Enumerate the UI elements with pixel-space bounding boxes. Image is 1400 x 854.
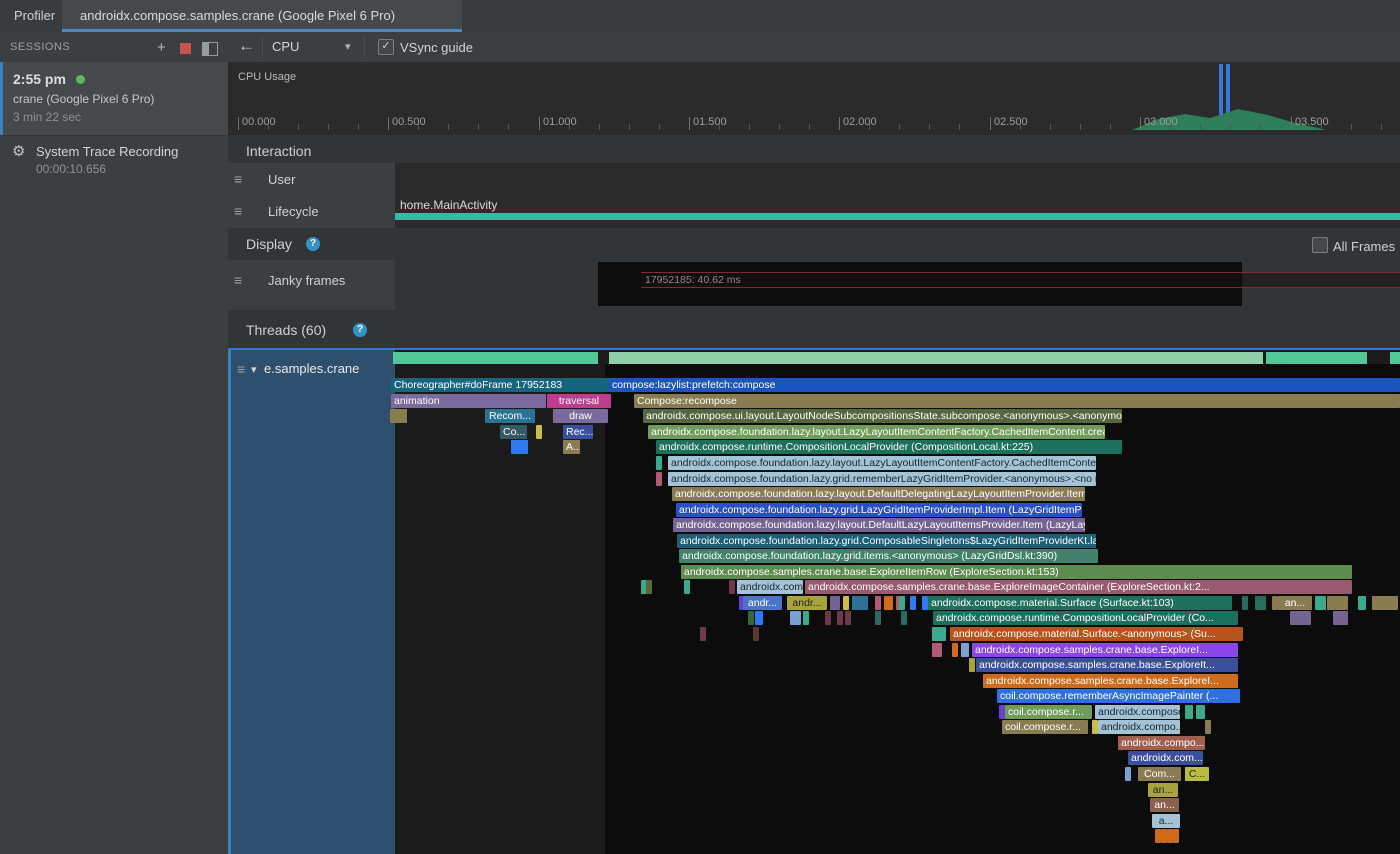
trace-span[interactable] xyxy=(843,596,849,610)
trace-span[interactable] xyxy=(646,580,652,594)
trace-span[interactable]: coil.compose.r... xyxy=(1002,720,1088,734)
trace-span[interactable] xyxy=(1255,596,1266,610)
trace-span[interactable] xyxy=(1196,705,1205,719)
trace-span[interactable]: coil.compose.r... xyxy=(1005,705,1092,719)
trace-span[interactable]: androidx.compose.foundation.lazy.layout.… xyxy=(673,518,1085,532)
trace-span[interactable] xyxy=(837,611,843,625)
trace-span[interactable]: andr... xyxy=(743,596,782,610)
trace-span[interactable]: androidx.compose.material.Surface.<anony… xyxy=(950,627,1243,641)
thread-state-segment[interactable] xyxy=(609,352,1263,364)
trace-span[interactable] xyxy=(969,658,975,672)
trace-span[interactable]: compose:lazylist:prefetch:compose xyxy=(609,378,1400,392)
trace-span[interactable] xyxy=(884,596,893,610)
trace-span[interactable] xyxy=(952,643,958,657)
trace-span[interactable] xyxy=(700,627,706,641)
trace-span[interactable]: androidx.compose.ui.layout.LayoutNodeSub… xyxy=(643,409,1122,423)
trace-span[interactable]: androidx.compose.samples.crane.base.Expl… xyxy=(805,580,1352,594)
trace-span[interactable] xyxy=(1372,596,1398,610)
trace-span[interactable]: a... xyxy=(1152,814,1180,828)
trace-span[interactable]: Rec... xyxy=(563,425,593,439)
trace-span[interactable] xyxy=(845,611,851,625)
trace-span[interactable] xyxy=(875,611,881,625)
trace-span[interactable]: androidx.compose.u... xyxy=(1095,705,1180,719)
trace-span[interactable] xyxy=(1173,829,1179,843)
trace-span[interactable]: androidx.compose.foundation.lazy.layout.… xyxy=(648,425,1105,439)
trace-span[interactable] xyxy=(656,456,662,470)
trace-span[interactable]: draw xyxy=(553,409,608,423)
trace-span[interactable]: androidx.com... xyxy=(1128,751,1203,765)
trace-span[interactable]: androidx.compose.samples.crane.base.Expl… xyxy=(681,565,1352,579)
thread-state-segment[interactable] xyxy=(393,352,598,364)
trace-span[interactable]: androidx.compose.runtime.CompositionLoca… xyxy=(933,611,1238,625)
trace-span[interactable]: coil.compose.rememberAsyncImagePainter (… xyxy=(997,689,1240,703)
trace-span[interactable]: Com... xyxy=(1138,767,1181,781)
trace-span[interactable]: animation xyxy=(391,394,546,408)
trace-span[interactable]: androidx.compose.samples.crane.base.Expl… xyxy=(972,643,1238,657)
trace-span[interactable] xyxy=(1125,767,1131,781)
thread-state-segment[interactable] xyxy=(1266,352,1367,364)
profiler-window: Profiler androidx.compose.samples.crane … xyxy=(0,0,1400,854)
trace-span[interactable] xyxy=(901,611,907,625)
trace-span[interactable]: androidx.compose.material.Surface (Surfa… xyxy=(928,596,1232,610)
trace-span[interactable] xyxy=(1315,596,1326,610)
trace-span[interactable]: androidx.compose.samples.crane.base.Expl… xyxy=(983,674,1238,688)
trace-span[interactable] xyxy=(961,643,969,657)
trace-span[interactable] xyxy=(753,627,759,641)
trace-span[interactable] xyxy=(390,409,407,423)
trace-span[interactable] xyxy=(1327,596,1348,610)
trace-span[interactable] xyxy=(803,611,809,625)
trace-span[interactable] xyxy=(1358,596,1366,610)
thread-state-segment[interactable] xyxy=(1390,352,1400,364)
trace-span[interactable] xyxy=(825,611,831,625)
trace-span[interactable]: androidx.compose.ui.layout.m... xyxy=(737,580,803,594)
trace-span[interactable] xyxy=(1333,611,1348,625)
trace-span[interactable]: Compose:recompose xyxy=(634,394,1400,408)
trace-span[interactable] xyxy=(1205,720,1211,734)
trace-span[interactable]: androidx.compose.runtime.CompositionLoca… xyxy=(656,440,1122,454)
trace-span[interactable] xyxy=(1242,596,1248,610)
trace-span[interactable] xyxy=(932,643,942,657)
trace-span[interactable]: androidx.compo... xyxy=(1118,736,1205,750)
trace-span[interactable] xyxy=(852,596,868,610)
trace-span[interactable]: traversal xyxy=(547,394,611,408)
trace-span[interactable]: an... xyxy=(1278,596,1312,610)
trace-span[interactable] xyxy=(755,611,763,625)
trace-span[interactable] xyxy=(684,580,690,594)
trace-span[interactable] xyxy=(729,580,735,594)
trace-span[interactable]: Recom... xyxy=(485,409,535,423)
trace-span[interactable] xyxy=(790,611,801,625)
trace-span[interactable] xyxy=(748,611,754,625)
trace-span[interactable] xyxy=(910,596,916,610)
trace-span[interactable]: androidx.compose.foundation.lazy.grid.re… xyxy=(668,472,1096,486)
trace-span[interactable]: Choreographer#doFrame 17952183 xyxy=(391,378,611,392)
trace-span[interactable]: an... xyxy=(1150,798,1179,812)
trace-span[interactable] xyxy=(875,596,881,610)
trace-span[interactable]: androidx.compose.foundation.lazy.grid.it… xyxy=(679,549,1098,563)
trace-span[interactable]: an... xyxy=(1148,783,1178,797)
trace-span[interactable] xyxy=(1290,611,1311,625)
trace-span[interactable] xyxy=(536,425,542,439)
trace-span[interactable]: Co... xyxy=(500,425,527,439)
flame-chart: Choreographer#doFrame 17952183compose:la… xyxy=(0,0,1400,854)
trace-span[interactable]: andr... xyxy=(787,596,827,610)
trace-span[interactable]: C... xyxy=(1185,767,1209,781)
trace-span[interactable] xyxy=(899,596,905,610)
trace-span[interactable] xyxy=(656,472,662,486)
trace-span[interactable]: androidx.compose.foundation.lazy.grid.Co… xyxy=(677,534,1096,548)
trace-span[interactable]: androidx.compose.foundation.lazy.grid.La… xyxy=(676,503,1082,517)
trace-span[interactable]: androidx.compose.samples.crane.base.Expl… xyxy=(976,658,1238,672)
trace-span[interactable] xyxy=(932,627,946,641)
trace-span[interactable]: androidx.compose.foundation.lazy.layout.… xyxy=(668,456,1096,470)
trace-span[interactable]: androidx.compose.foundation.lazy.layout.… xyxy=(672,487,1085,501)
trace-span[interactable]: A... xyxy=(563,440,580,454)
trace-span[interactable] xyxy=(511,440,528,454)
trace-span[interactable] xyxy=(1185,705,1193,719)
trace-span[interactable] xyxy=(830,596,840,610)
trace-span[interactable]: androidx.compo... xyxy=(1098,720,1180,734)
